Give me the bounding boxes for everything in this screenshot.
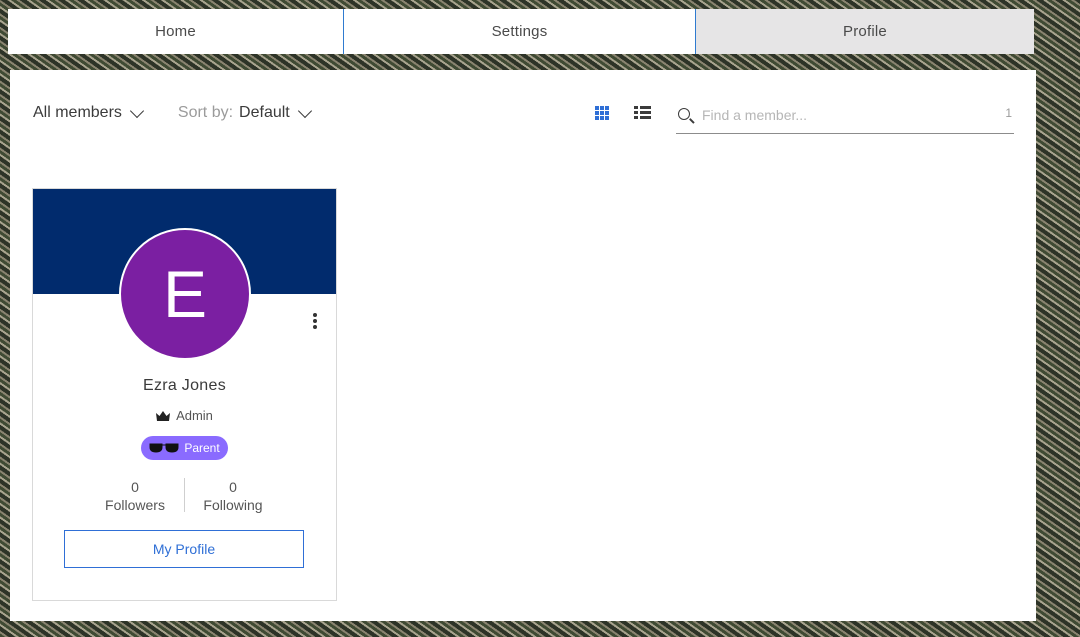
filter-bar: All members Sort by: Default [33,103,312,122]
following-count: 0 [229,479,237,495]
following-stat[interactable]: 0 Following [173,478,293,514]
list-view-icon[interactable] [634,106,651,120]
top-nav: Home Settings Profile [8,9,1034,54]
members-filter-label: All members [33,104,122,121]
member-name[interactable]: Ezra Jones [33,377,336,395]
my-profile-button[interactable]: My Profile [64,530,304,568]
search-input[interactable] [702,106,982,123]
member-count: 1 [1005,106,1012,120]
more-vertical-icon[interactable] [312,313,318,331]
badge-label: Parent [184,441,220,455]
grid-view-icon[interactable] [595,106,609,120]
search-icon [678,107,690,120]
chevron-down-icon [129,103,144,118]
parent-badge: Parent [141,436,228,460]
sort-dropdown[interactable]: Sort by: Default [177,103,312,122]
member-stats: 0 Followers 0 Following [33,478,336,514]
tab-settings[interactable]: Settings [343,9,696,54]
following-label: Following [203,497,263,513]
role-label: Admin [176,408,213,423]
glasses-icon [149,443,179,453]
sort-value: Default [239,104,290,121]
avatar-initial: E [162,257,208,331]
tab-home[interactable]: Home [8,9,343,54]
member-card: E Ezra Jones Admin Parent 0 Followers 0 … [32,188,337,601]
chevron-down-icon [297,103,312,118]
member-role: Admin [33,408,336,423]
members-filter-dropdown[interactable]: All members [33,103,144,122]
crown-icon [156,410,171,421]
member-search: 1 [676,100,1014,134]
members-panel: All members Sort by: Default 1 E Ezra Jo… [10,70,1036,621]
sort-prefix: Sort by: [177,104,234,121]
avatar[interactable]: E [119,228,251,360]
tab-profile[interactable]: Profile [696,9,1034,54]
